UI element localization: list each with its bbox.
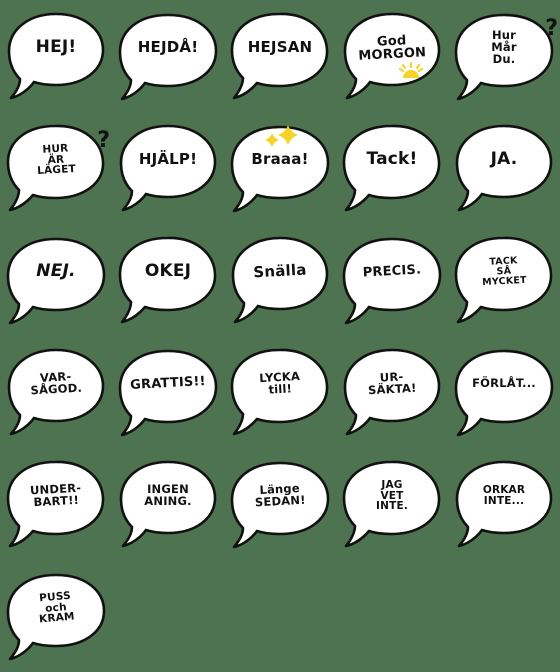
speech-bubble-shape (342, 237, 442, 325)
speech-bubble-shape (7, 348, 105, 436)
speech-bubble: TACK SÅ MYCKET (452, 234, 556, 326)
speech-bubble-shape (230, 348, 329, 436)
speech-bubble-shape (230, 461, 330, 549)
sticker-okej[interactable]: OKEJ (112, 224, 224, 336)
speech-bubble-shape (454, 13, 554, 101)
sticker-tack-sa-mycket[interactable]: TACK SÅ MYCKET (448, 224, 560, 336)
speech-bubble: Länge SEDAN! (228, 458, 332, 550)
speech-bubble-shape (6, 124, 105, 212)
speech-bubble: FÖRLÅT... (452, 346, 556, 438)
speech-bubble-shape (231, 236, 329, 324)
speech-bubble: God MORGON (340, 10, 444, 102)
speech-bubble: UNDER- BART!! (4, 458, 108, 550)
speech-bubble-shape (455, 460, 553, 548)
speech-bubble-shape (118, 13, 218, 101)
speech-bubble: ORKAR INTE... (452, 458, 556, 550)
sticker-ingen-aning[interactable]: INGEN ANING. (112, 448, 224, 560)
speech-bubble-shape (118, 349, 218, 437)
speech-bubble: Braaa! (228, 122, 332, 214)
speech-bubble-shape (342, 460, 441, 548)
sticker-puss-och-kram[interactable]: PUSS och KRAM (0, 560, 112, 672)
speech-bubble: INGEN ANING. (116, 458, 220, 550)
sticker-tack[interactable]: Tack! (336, 112, 448, 224)
speech-bubble-shape (343, 348, 441, 436)
speech-bubble: HEJSAN (228, 10, 332, 102)
speech-bubble-shape (118, 236, 217, 324)
speech-bubble-shape (455, 124, 553, 212)
speech-bubble-shape (230, 125, 330, 213)
speech-bubble: PRECIS. (340, 234, 444, 326)
sticker-ursakta[interactable]: UR- SÄKTA! (336, 336, 448, 448)
sticker-braaa[interactable]: Braaa! (224, 112, 336, 224)
sticker-grattis[interactable]: GRATTIS!! (112, 336, 224, 448)
speech-bubble-shape (6, 237, 106, 325)
sticker-orkar-inte[interactable]: ORKAR INTE... (448, 448, 560, 560)
sticker-hur-mar-du[interactable]: Hur Mår Du.? (448, 0, 560, 112)
sticker-nej[interactable]: NEJ. (0, 224, 112, 336)
question-mark-icon: ? (97, 128, 110, 153)
sticker-underbart[interactable]: UNDER- BART!! (0, 448, 112, 560)
speech-bubble-shape (343, 12, 441, 100)
sticker-hjalp[interactable]: HJÄLP! (112, 112, 224, 224)
speech-bubble-shape (6, 460, 105, 548)
speech-bubble: HEJ! (4, 10, 108, 102)
sticker-varsagod[interactable]: VAR- SÅGOD. (0, 336, 112, 448)
speech-bubble: HUR ÄR LÄGET? (4, 122, 110, 214)
speech-bubble: Tack! (340, 122, 444, 214)
speech-bubble: UR- SÄKTA! (340, 346, 444, 438)
sticker-hej[interactable]: HEJ! (0, 0, 112, 112)
sticker-precis[interactable]: PRECIS. (336, 224, 448, 336)
sticker-ja[interactable]: JA. (448, 112, 560, 224)
speech-bubble-shape (454, 236, 553, 324)
speech-bubble: PUSS och KRAM (4, 570, 108, 662)
speech-bubble-shape (7, 12, 105, 100)
speech-bubble: Hur Mår Du.? (452, 10, 558, 102)
speech-bubble: LYCKA till! (228, 346, 332, 438)
sticker-lycka-till[interactable]: LYCKA till! (224, 336, 336, 448)
speech-bubble: HJÄLP! (116, 122, 220, 214)
speech-bubble: VAR- SÅGOD. (4, 346, 108, 438)
speech-bubble: GRATTIS!! (116, 346, 220, 438)
speech-bubble-shape (230, 12, 329, 100)
sticker-jag-vet-inte[interactable]: JAG VET INTE. (336, 448, 448, 560)
sticker-forlat[interactable]: FÖRLÅT... (448, 336, 560, 448)
speech-bubble: JA. (452, 122, 556, 214)
sticker-lange-sedan[interactable]: Länge SEDAN! (224, 448, 336, 560)
speech-bubble: Snälla (228, 234, 332, 326)
speech-bubble: OKEJ (116, 234, 220, 326)
sticker-snalla[interactable]: Snälla (224, 224, 336, 336)
speech-bubble-shape (119, 460, 217, 548)
sticker-hur-ar-laget[interactable]: HUR ÄR LÄGET? (0, 112, 112, 224)
speech-bubble: NEJ. (4, 234, 108, 326)
speech-bubble-shape (6, 573, 106, 661)
question-mark-icon: ? (545, 16, 558, 41)
speech-bubble-shape (454, 349, 554, 437)
speech-bubble: JAG VET INTE. (340, 458, 444, 550)
speech-bubble: HEJDÅ! (116, 10, 220, 102)
sticker-grid: HEJ! HEJDÅ! HEJSAN God MORGON Hur Mår Du.? HUR ÄR… (0, 0, 560, 672)
speech-bubble-shape (342, 124, 441, 212)
speech-bubble-shape (119, 124, 217, 212)
sticker-hejda[interactable]: HEJDÅ! (112, 0, 224, 112)
sticker-hejsan[interactable]: HEJSAN (224, 0, 336, 112)
sticker-god-morgon[interactable]: God MORGON (336, 0, 448, 112)
